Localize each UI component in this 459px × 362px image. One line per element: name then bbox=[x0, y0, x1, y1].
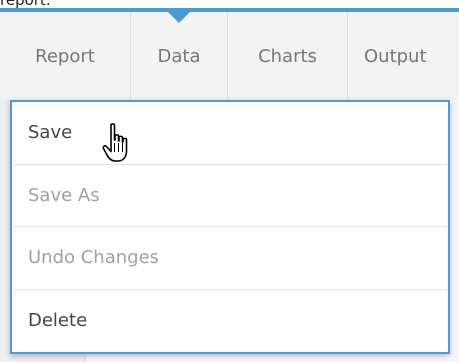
tab-output[interactable]: Output bbox=[348, 12, 459, 100]
menu-item-undo-changes[interactable]: Undo Changes bbox=[12, 227, 448, 290]
screen: report. Report Data Charts Output Save S… bbox=[0, 0, 459, 362]
menu-accent-strip bbox=[0, 8, 459, 12]
menu-item-save-as[interactable]: Save As bbox=[12, 165, 448, 227]
tab-pointer-icon bbox=[168, 12, 190, 23]
tab-charts[interactable]: Charts bbox=[228, 12, 348, 100]
data-dropdown-menu: Save Save As Undo Changes Delete bbox=[10, 100, 450, 354]
menu-item-delete[interactable]: Delete bbox=[12, 290, 448, 353]
tab-report[interactable]: Report bbox=[0, 12, 131, 100]
menu-bar: Report Data Charts Output bbox=[0, 12, 459, 101]
menu-item-save[interactable]: Save bbox=[12, 102, 448, 165]
tab-data[interactable]: Data bbox=[131, 12, 228, 100]
hand-pointer-icon bbox=[102, 123, 128, 162]
